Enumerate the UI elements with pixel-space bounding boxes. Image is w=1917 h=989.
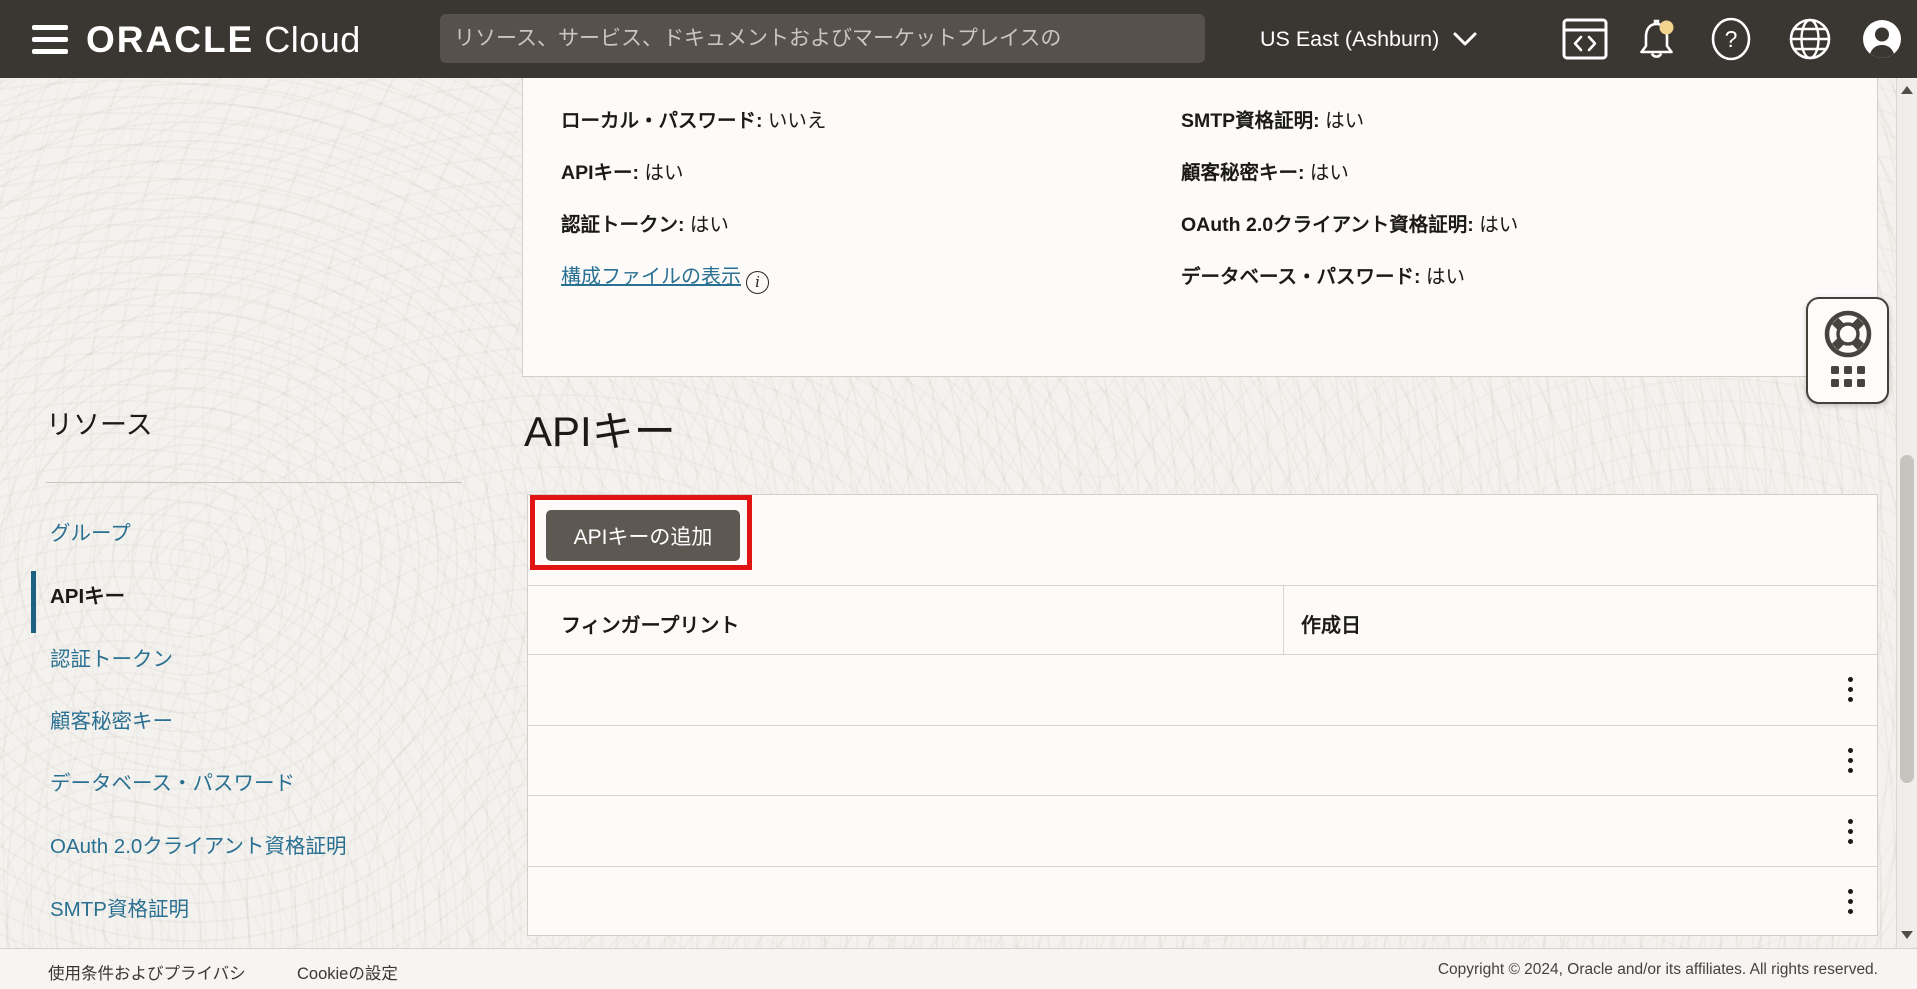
code-console-icon[interactable] — [1559, 0, 1611, 78]
page-title: APIキー — [524, 398, 676, 459]
footer-bar: 使用条件およびプライバシ Cookieの設定 Copyright © 2024,… — [0, 948, 1917, 989]
column-header-fingerprint: フィンガープリント — [561, 609, 739, 638]
sidebar-item-oauth-credentials[interactable]: OAuth 2.0クライアント資格証明 — [50, 829, 347, 859]
resources-title: リソース — [46, 403, 153, 442]
vertical-scrollbar[interactable] — [1896, 78, 1917, 947]
row-divider — [528, 866, 1877, 867]
support-widget — [1806, 297, 1889, 404]
capability-row: 認証トークン: はい — [561, 208, 729, 237]
sidebar-item-database-passwords[interactable]: データベース・パスワード — [50, 766, 295, 796]
user-avatar-icon[interactable] — [1856, 0, 1908, 78]
scroll-down-arrow[interactable] — [1901, 931, 1913, 939]
notification-bell-icon[interactable] — [1631, 0, 1683, 78]
oracle-cloud-logo[interactable]: ORACLE Cloud — [86, 19, 361, 61]
active-item-bar — [31, 571, 36, 633]
global-search[interactable] — [440, 14, 1205, 63]
api-keys-card: APIキーの追加 フィンガープリント 作成日 — [527, 494, 1878, 936]
view-config-file-link[interactable]: 構成ファイルの表示 — [561, 266, 741, 288]
kebab-menu-icon[interactable] — [1836, 740, 1864, 780]
sidebar-item-smtp-credentials[interactable]: SMTP資格証明 — [50, 892, 189, 922]
add-api-key-button[interactable]: APIキーの追加 — [546, 510, 740, 561]
info-icon[interactable]: i — [746, 271, 769, 294]
capability-row: 顧客秘密キー: はい — [1181, 156, 1349, 185]
search-input[interactable] — [440, 14, 1205, 63]
capability-row: APIキー: はい — [561, 156, 683, 185]
sidebar-item-groups[interactable]: グループ — [50, 516, 131, 546]
support-life-ring-icon[interactable] — [1822, 308, 1874, 360]
config-file-row: 構成ファイルの表示i — [561, 260, 769, 294]
capability-row: OAuth 2.0クライアント資格証明: はい — [1181, 208, 1518, 237]
row-divider — [528, 795, 1877, 796]
capability-row: SMTP資格証明: はい — [1181, 104, 1364, 133]
capability-row: ローカル・パスワード: いいえ — [561, 104, 826, 133]
top-header-bar: ORACLE Cloud US East (Ashburn) ? — [0, 0, 1917, 78]
cookie-settings-link[interactable]: Cookieの設定 — [297, 960, 398, 984]
region-selector[interactable]: US East (Ashburn) — [1260, 0, 1477, 78]
hamburger-icon[interactable] — [32, 25, 72, 54]
divider — [528, 585, 1877, 586]
svg-text:?: ? — [1725, 26, 1738, 52]
sidebar-item-auth-tokens[interactable]: 認証トークン — [50, 642, 173, 672]
chevron-down-icon — [1453, 32, 1477, 47]
help-icon[interactable]: ? — [1705, 0, 1757, 78]
kebab-menu-icon[interactable] — [1836, 811, 1864, 851]
row-divider — [528, 725, 1877, 726]
column-divider — [1283, 585, 1284, 654]
divider — [528, 654, 1877, 655]
region-label: US East (Ashburn) — [1260, 27, 1439, 52]
kebab-menu-icon[interactable] — [1836, 669, 1864, 709]
brand-oracle: ORACLE — [86, 19, 254, 61]
terms-privacy-link[interactable]: 使用条件およびプライバシ — [48, 960, 246, 984]
sidebar-divider — [46, 482, 462, 483]
scroll-up-arrow[interactable] — [1901, 86, 1913, 94]
column-header-created: 作成日 — [1301, 609, 1361, 638]
brand-cloud: Cloud — [264, 19, 361, 61]
kebab-menu-icon[interactable] — [1836, 881, 1864, 921]
scrollbar-thumb[interactable] — [1900, 455, 1914, 783]
apps-grid-icon[interactable] — [1831, 366, 1865, 387]
sidebar-item-api-keys[interactable]: APIキー — [50, 579, 125, 609]
copyright-text: Copyright © 2024, Oracle and/or its affi… — [1438, 961, 1878, 979]
language-globe-icon[interactable] — [1784, 0, 1836, 78]
sidebar-item-customer-secret-keys[interactable]: 顧客秘密キー — [50, 704, 173, 734]
capability-row: データベース・パスワード: はい — [1181, 260, 1465, 289]
notification-dot — [1660, 21, 1674, 35]
capabilities-card: ローカル・パスワード: いいえ APIキー: はい 認証トークン: はい 構成フ… — [522, 78, 1878, 377]
